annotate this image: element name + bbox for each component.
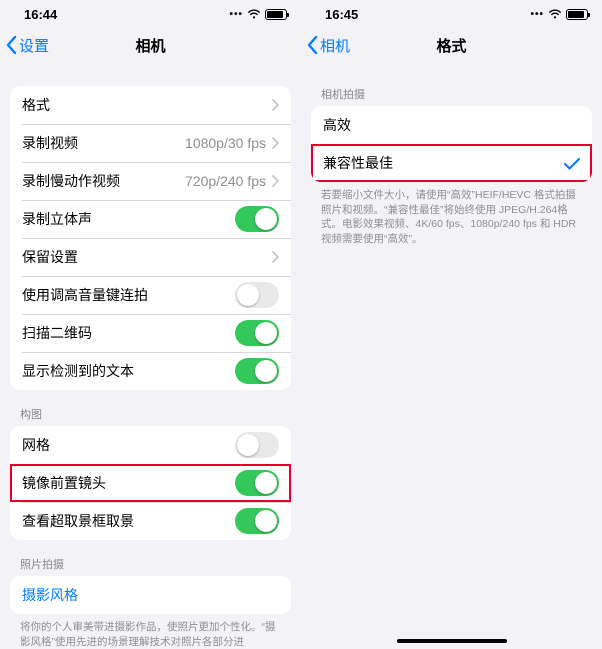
toggle-scan-qr[interactable] <box>235 320 279 346</box>
chevron-right-icon <box>272 175 279 187</box>
home-indicator <box>397 639 507 643</box>
row-scan-qr[interactable]: 扫描二维码 <box>10 314 291 352</box>
row-formats[interactable]: 格式 <box>10 86 291 124</box>
chevron-right-icon <box>272 99 279 111</box>
wifi-icon <box>548 9 562 19</box>
nav-bar: 相机 格式 <box>301 28 602 62</box>
footer-note: 将你的个人审美带进摄影作品，使照片更加个性化。“摄影风格”使用先进的场景理解技术… <box>0 614 301 649</box>
checkmark-icon <box>564 157 580 169</box>
wifi-icon <box>247 9 261 19</box>
status-bar: 16:45 ••• <box>301 0 602 28</box>
status-time: 16:45 <box>325 7 358 22</box>
back-button[interactable]: 相机 <box>307 35 350 56</box>
formats-group: 高效 兼容性最佳 <box>311 106 592 182</box>
settings-group-3: 摄影风格 <box>10 576 291 614</box>
battery-icon <box>265 9 287 20</box>
toggle-view-outside[interactable] <box>235 508 279 534</box>
status-time: 16:44 <box>24 7 57 22</box>
toggle-grid[interactable] <box>235 432 279 458</box>
toggle-vol-burst[interactable] <box>235 282 279 308</box>
row-photo-styles[interactable]: 摄影风格 <box>10 576 291 614</box>
cellular-icon: ••• <box>229 9 243 20</box>
settings-group-1: 格式 录制视频 1080p/30 fps 录制慢动作视频 720p/240 fp… <box>10 86 291 390</box>
row-view-outside[interactable]: 查看超取景框取景 <box>10 502 291 540</box>
section-header-compose: 构图 <box>0 390 301 426</box>
nav-bar: 设置 相机 <box>0 28 301 62</box>
row-high-efficiency[interactable]: 高效 <box>311 106 592 144</box>
detail-text: 720p/240 fps <box>185 173 266 189</box>
row-most-compatible[interactable]: 兼容性最佳 <box>311 144 592 182</box>
back-label: 相机 <box>320 35 350 56</box>
chevron-right-icon <box>272 251 279 263</box>
camera-settings-pane: 16:44 ••• 设置 相机 格式 录制视频 1080 <box>0 0 301 649</box>
toggle-stereo[interactable] <box>235 206 279 232</box>
row-stereo[interactable]: 录制立体声 <box>10 200 291 238</box>
chevron-right-icon <box>272 137 279 149</box>
row-record-slomo[interactable]: 录制慢动作视频 720p/240 fps <box>10 162 291 200</box>
row-preserve[interactable]: 保留设置 <box>10 238 291 276</box>
formats-settings-pane: 16:45 ••• 相机 格式 相机拍摄 高效 兼容性最佳 <box>301 0 602 649</box>
battery-icon <box>566 9 588 20</box>
row-record-video[interactable]: 录制视频 1080p/30 fps <box>10 124 291 162</box>
back-label: 设置 <box>19 35 49 56</box>
settings-group-2: 网格 镜像前置镜头 查看超取景框取景 <box>10 426 291 540</box>
back-button[interactable]: 设置 <box>6 35 49 56</box>
section-header-camera-capture: 相机拍摄 <box>301 62 602 106</box>
section-header-capture: 照片拍摄 <box>0 540 301 576</box>
status-bar: 16:44 ••• <box>0 0 301 28</box>
row-detect-text[interactable]: 显示检测到的文本 <box>10 352 291 390</box>
detail-text: 1080p/30 fps <box>185 135 266 151</box>
toggle-detect-text[interactable] <box>235 358 279 384</box>
row-vol-burst[interactable]: 使用调高音量键连拍 <box>10 276 291 314</box>
row-mirror-front[interactable]: 镜像前置镜头 <box>10 464 291 502</box>
toggle-mirror-front[interactable] <box>235 470 279 496</box>
footer-note: 若要缩小文件大小，请使用“高效”HEIF/HEVC 格式拍摄照片和视频。“兼容性… <box>301 182 602 247</box>
cellular-icon: ••• <box>530 9 544 20</box>
row-grid[interactable]: 网格 <box>10 426 291 464</box>
